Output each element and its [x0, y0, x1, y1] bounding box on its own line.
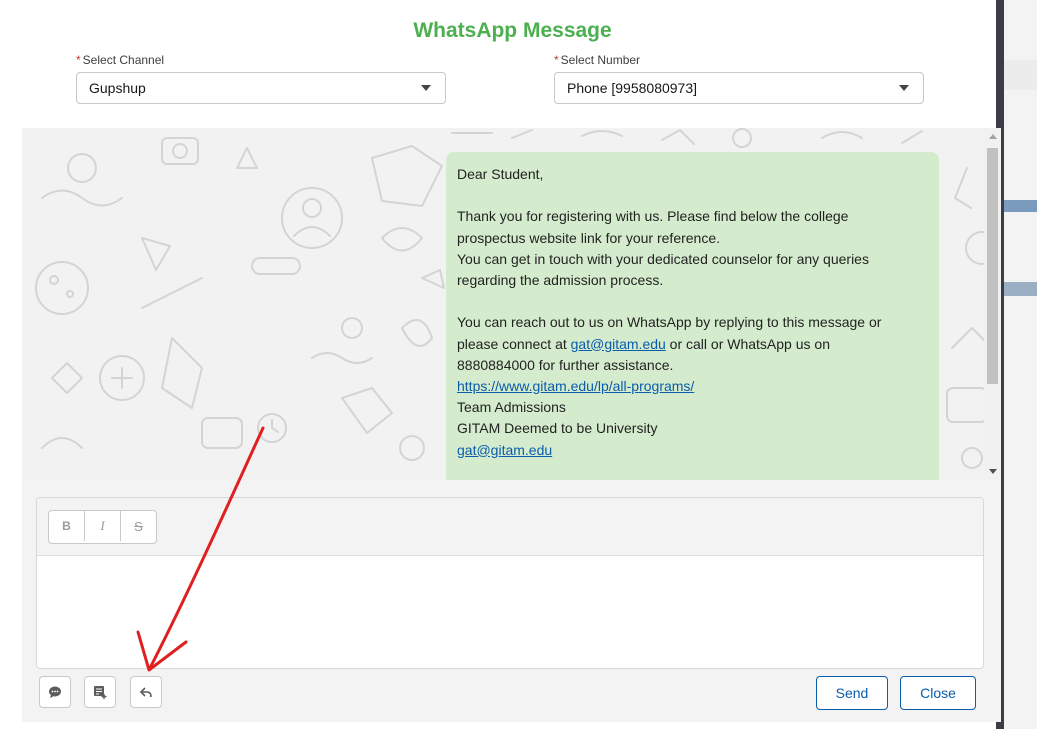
scroll-up-icon[interactable]: [989, 134, 997, 139]
insert-template-button[interactable]: [84, 676, 116, 708]
strikethrough-button[interactable]: S: [121, 511, 156, 541]
modal-title: WhatsApp Message: [413, 19, 612, 42]
message-text: or call or WhatsApp us on: [665, 335, 830, 352]
chat-button[interactable]: [39, 676, 71, 708]
message-line: You can reach out to us on WhatsApp by r…: [457, 314, 882, 331]
italic-button[interactable]: I: [85, 511, 121, 541]
editor-toolbar: B I S: [37, 498, 983, 556]
send-button[interactable]: Send: [816, 676, 888, 710]
reply-icon: [139, 687, 152, 698]
select-channel-label-text: Select Channel: [82, 53, 165, 67]
select-channel-field: * Select Channel Gupshup: [76, 53, 446, 104]
select-channel-value: Gupshup: [89, 80, 146, 96]
message-line: 8880884000 for further assistance.: [457, 356, 674, 373]
select-number-label-text: Select Number: [560, 53, 641, 67]
chat-history-panel[interactable]: Dear Student, Thank you for registering …: [22, 128, 1001, 480]
message-greeting: Dear Student,: [457, 166, 544, 182]
format-button-group: B I S: [48, 510, 157, 544]
message-bubble: Dear Student, Thank you for registering …: [446, 152, 939, 480]
scroll-down-icon[interactable]: [989, 469, 997, 474]
message-line: You can get in touch with your dedicated…: [457, 250, 869, 267]
message-input[interactable]: [37, 556, 983, 668]
whatsapp-message-modal: WhatsApp Message * Select Channel Gupshup…: [0, 0, 1001, 729]
chat-scrollbar[interactable]: [984, 128, 1001, 480]
select-channel-label: * Select Channel: [76, 53, 446, 68]
message-signature: Team Admissions: [457, 399, 566, 416]
background-page-fragment: [996, 0, 1037, 729]
reply-button[interactable]: [130, 676, 162, 708]
message-editor: B I S: [36, 497, 984, 669]
chat-bubble-icon: [49, 686, 61, 698]
select-number-dropdown[interactable]: Phone [9958080973]: [554, 72, 924, 104]
message-signature: GITAM Deemed to be University: [457, 420, 658, 437]
background-block: [1004, 200, 1037, 212]
programs-link[interactable]: https://www.gitam.edu/lp/all-programs/: [457, 378, 694, 394]
chevron-down-icon: [421, 85, 431, 91]
required-mark: *: [76, 53, 81, 67]
email-link[interactable]: gat@gitam.edu: [571, 336, 666, 352]
insert-template-icon: [94, 686, 107, 699]
message-text: please connect at: [457, 335, 571, 352]
select-number-label: * Select Number: [554, 53, 924, 68]
select-number-value: Phone [9958080973]: [567, 80, 698, 96]
close-button[interactable]: Close: [900, 676, 976, 710]
message-line: Thank you for registering with us. Pleas…: [457, 208, 849, 225]
scroll-thumb[interactable]: [987, 148, 998, 384]
message-line: prospectus website link for your referen…: [457, 229, 721, 246]
chevron-down-icon: [899, 85, 909, 91]
background-block: [1004, 60, 1037, 90]
bold-button[interactable]: B: [49, 511, 85, 541]
background-block: [1004, 282, 1037, 296]
select-number-field: * Select Number Phone [9958080973]: [554, 53, 924, 104]
select-channel-dropdown[interactable]: Gupshup: [76, 72, 446, 104]
required-mark: *: [554, 53, 559, 67]
message-line-with-email: please connect at gat@gitam.edu or call …: [457, 334, 928, 355]
signature-email-link[interactable]: gat@gitam.edu: [457, 442, 552, 458]
message-line: regarding the admission process.: [457, 272, 664, 288]
